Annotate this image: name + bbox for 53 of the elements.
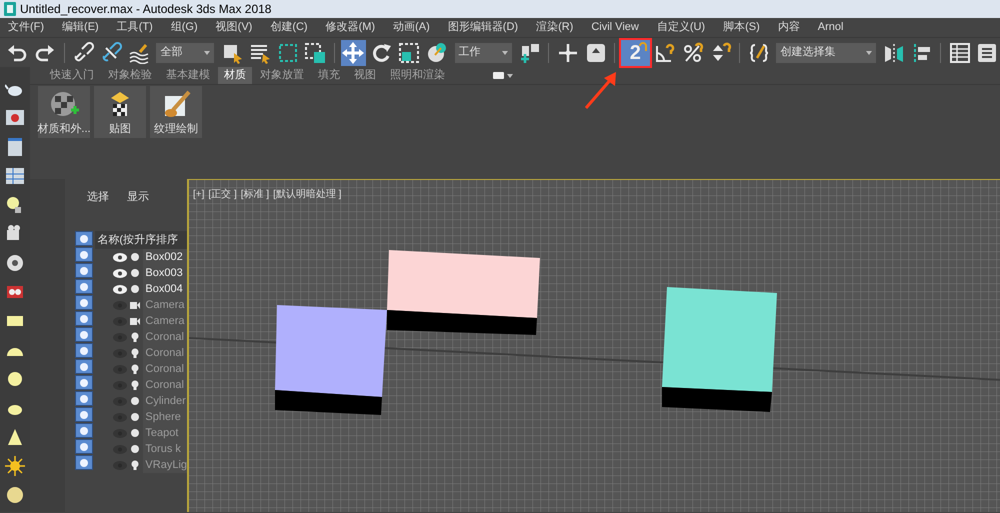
- menu-item[interactable]: Arnol: [808, 19, 852, 36]
- object-name[interactable]: Coronal: [143, 377, 187, 393]
- dropdown[interactable]: 创建选择集: [776, 42, 876, 62]
- viewport-label[interactable]: [+]: [193, 187, 204, 202]
- object-name[interactable]: Box004: [143, 281, 187, 297]
- ribbon-tab[interactable]: 基本建模: [160, 67, 216, 84]
- panel-tab[interactable]: 选择: [87, 189, 109, 205]
- menu-item[interactable]: 修改器(M): [316, 19, 384, 36]
- object-name[interactable]: Torus k: [143, 441, 187, 457]
- ribbon-button[interactable]: 材质和外...: [38, 86, 90, 138]
- menu-item[interactable]: 创建(C): [261, 19, 317, 36]
- menu-item[interactable]: 自定义(U): [648, 19, 714, 36]
- panel-tab[interactable]: 显示: [127, 189, 149, 205]
- menu-item[interactable]: 组(G): [162, 19, 207, 36]
- dropdown[interactable]: 全部: [156, 42, 214, 62]
- ribbon-button[interactable]: 纹理绘制: [150, 86, 202, 138]
- ribbon-tab[interactable]: 快速入门: [44, 67, 100, 84]
- ribbon-tab[interactable]: 对象放置: [254, 67, 310, 84]
- viewport-label[interactable]: [默认明暗处理 ]: [273, 187, 342, 202]
- object-name[interactable]: Box003: [143, 265, 187, 281]
- snap-toggle-button[interactable]: 2: [620, 40, 650, 66]
- object-name[interactable]: Box002: [143, 249, 187, 265]
- menu-item[interactable]: Civil View: [582, 19, 648, 36]
- window-title: Untitled_recover.max - Autodesk 3ds Max 2018: [20, 1, 272, 18]
- object-name[interactable]: Coronal: [143, 361, 187, 377]
- ribbon-button[interactable]: 贴图: [94, 86, 146, 138]
- object-name[interactable]: Coronal: [143, 329, 187, 345]
- menu-item[interactable]: 文件(F): [0, 19, 54, 36]
- menu-item[interactable]: 图形编辑器(D): [438, 19, 528, 36]
- ribbon-tab[interactable]: 材质: [218, 67, 252, 84]
- viewport-label[interactable]: [正交 ]: [208, 187, 237, 202]
- menu-item[interactable]: 渲染(R): [527, 19, 582, 36]
- object-name[interactable]: Camera: [143, 297, 187, 313]
- object-name[interactable]: Coronal: [143, 345, 187, 361]
- column-header[interactable]: 名称(按升序排序: [95, 231, 187, 249]
- menu-item[interactable]: 内容: [768, 19, 809, 36]
- menu-item[interactable]: 脚本(S): [714, 19, 769, 36]
- object-name[interactable]: Teapot: [143, 425, 187, 441]
- object-name[interactable]: Cylinder: [143, 393, 187, 409]
- menu-item[interactable]: 编辑(E): [53, 19, 108, 36]
- viewport-label[interactable]: [标准 ]: [240, 187, 270, 202]
- object-name[interactable]: Camera: [143, 313, 187, 329]
- menu-item[interactable]: 动画(A): [384, 19, 439, 36]
- dropdown[interactable]: 工作: [454, 42, 512, 62]
- object-name[interactable]: VRayLig: [143, 457, 187, 473]
- object-name[interactable]: Sphere: [143, 409, 187, 425]
- ribbon-tab[interactable]: 对象检验: [102, 67, 158, 84]
- menu-item[interactable]: 工具(T): [108, 19, 162, 36]
- viewport[interactable]: [+] [正交 ] [标准 ] [默认明暗处理 ]: [187, 179, 1000, 512]
- ribbon-tab[interactable]: 视图: [348, 67, 382, 84]
- menu-item[interactable]: 视图(V): [206, 19, 262, 36]
- ribbon-tab[interactable]: 填充: [312, 67, 346, 84]
- ribbon-tab[interactable]: 照明和渲染: [384, 67, 451, 84]
